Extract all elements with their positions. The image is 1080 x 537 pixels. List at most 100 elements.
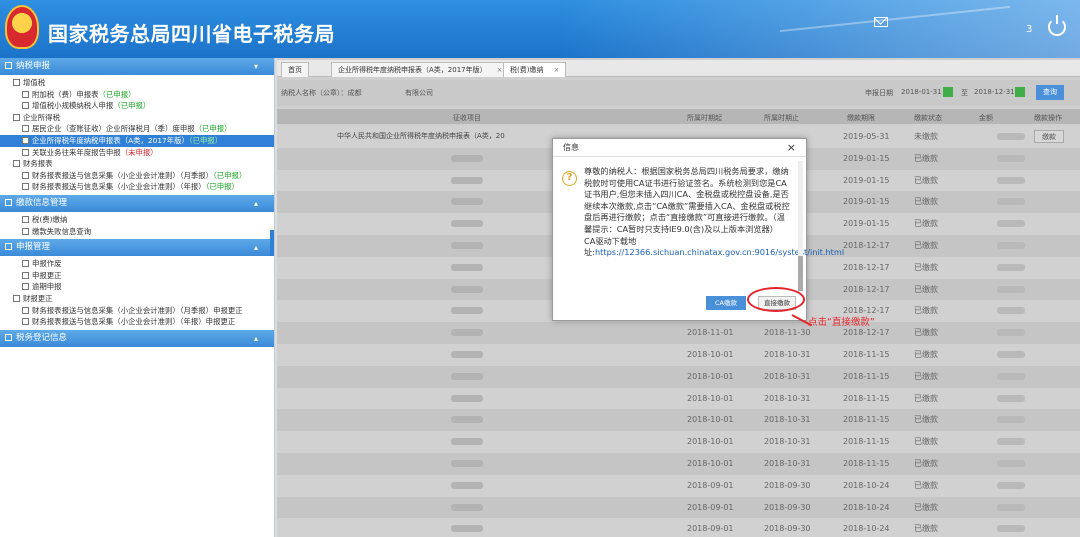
dialog-scrollbar[interactable] [798,161,803,291]
row-status: 已缴款 [914,458,938,468]
col-end: 所属时期止 [764,114,799,122]
sidebar-item[interactable]: 关联业务往来年度报告申报（未申报） [0,147,274,159]
row-deadline: 2018-11-15 [843,415,890,425]
row-end-date: 2018-10-31 [764,437,811,447]
table-row: 2018-10-01 2018-10-31 2018-11-15 已缴款 [277,387,1080,410]
row-status: 已缴款 [914,219,938,229]
redacted-cell [451,220,483,228]
sidebar-item[interactable]: 企业所得税年度纳税申报表（A类，2017年版）（已申报） [0,134,274,147]
sidebar-item[interactable]: 增值税 [0,77,274,89]
close-icon[interactable]: × [787,139,796,157]
sidebar-item[interactable]: 企业所得税 [0,112,274,124]
query-button[interactable]: 查询 [1036,85,1064,100]
sidebar-item-status: （已申报） [188,135,223,145]
sidebar-item-label: 申报作废 [32,259,62,269]
row-start-date: 2018-10-01 [687,437,734,447]
taxpayer-label: 纳税人名称（公章）：成都 [281,89,362,97]
redacted-amount [997,220,1025,228]
row-status: 已缴款 [914,502,938,512]
sidebar-item-label: 申报更正 [32,270,62,280]
sidebar-item[interactable]: 税(费)缴纳 [0,214,274,226]
sidebar-item-label: 居民企业（查账征收）企业所得税月（季）度申报 [32,124,195,134]
pay-button[interactable]: 缴款 [1034,130,1064,143]
sidebar-item[interactable]: 居民企业（查账征收）企业所得税月（季）度申报（已申报） [0,123,274,135]
sidebar-item[interactable]: 财务报表报送与信息采集（小企业会计准则）（年报）（已申报） [0,181,274,193]
sidebar-section-header[interactable]: 缴款信息管理 ▴ [0,194,274,212]
chevron-up-icon[interactable]: ▴ [254,195,258,212]
tab-annual-return[interactable]: 企业所得税年度纳税申报表（A类，2017年版） × [331,62,510,77]
row-start-date: 2018-10-01 [687,371,734,381]
redacted-amount [997,394,1025,402]
row-start-date: 2018-10-01 [687,349,734,359]
redacted-cell [451,416,483,424]
row-status: 已缴款 [914,328,938,338]
row-status: 已缴款 [914,306,938,316]
mail-icon[interactable] [874,17,888,27]
sidebar-item[interactable]: 财务报表报送与信息采集（小企业会计准则）（年报）申报更正 [0,316,274,328]
row-deadline: 2018-10-24 [843,502,890,512]
table-row: 2018-11-01 2018-11-30 2018-12-17 已缴款 [277,322,1080,344]
date-to-input[interactable]: 2018-12-31 [974,88,1015,96]
col-start: 所属时期起 [687,114,722,122]
section-icon [5,62,12,69]
user-badge[interactable]: 3 [1026,24,1032,35]
document-icon [22,227,29,235]
date-from-input[interactable]: 2018-01-31 [901,88,942,96]
sidebar-item-label: 财务报表报送与信息采集（小企业会计准则）（年报）申报更正 [32,317,236,327]
sidebar-section-header[interactable]: 纳税申报 ▾ [0,58,274,75]
folder-icon [13,79,20,86]
tab-home[interactable]: 首页 [281,62,309,77]
document-icon [22,215,29,223]
sidebar-item-status: （已申报） [205,182,239,192]
sidebar-item[interactable]: 财务报表报送与信息采集（小企业会计准则）（月季报）（已申报） [0,170,274,182]
logout-icon[interactable] [1048,15,1066,36]
sidebar-item[interactable]: 申报更正 [0,270,274,282]
section-icon [5,333,12,341]
calendar-icon[interactable] [1015,87,1025,97]
row-end-date: 2018-10-31 [764,458,811,468]
row-deadline: 2018-11-15 [843,437,890,447]
sidebar-item[interactable]: 财务报表 [0,158,274,170]
sidebar-item[interactable]: 逾期申报 [0,281,274,293]
redacted-amount [997,481,1025,489]
row-status: 已缴款 [914,175,938,185]
row-status: 未缴款 [914,132,938,141]
sidebar-section-header[interactable]: 税务登记信息 ▴ [0,329,274,347]
document-icon [22,283,29,291]
redacted-amount [997,416,1025,424]
chevron-up-icon[interactable]: ▴ [254,330,258,347]
calendar-icon[interactable] [943,87,953,97]
ca-payment-button[interactable]: CA缴款 [706,296,746,310]
chevron-down-icon[interactable]: ▾ [254,58,258,75]
date-separator: 至 [961,89,968,97]
sidebar-item[interactable]: 财务报表报送与信息采集（小企业会计准则）（月季报）申报更正 [0,305,274,317]
document-icon [22,90,29,98]
row-status: 已缴款 [914,480,938,490]
redacted-cell [451,438,483,446]
row-start-date: 2018-09-01 [687,502,734,512]
sidebar-item[interactable]: 申报作废 [0,258,274,270]
sidebar-section-header[interactable]: 申报管理 ▴ [0,239,274,257]
chevron-up-icon[interactable]: ▴ [254,239,258,256]
row-deadline: 2019-01-15 [843,175,890,185]
sidebar-item[interactable]: 增值税小规模纳税人申报（已申报） [0,100,274,112]
row-deadline: 2018-11-15 [843,349,890,359]
sidebar-item[interactable]: 财报更正 [0,293,274,305]
sidebar-collapse-handle[interactable] [270,230,274,256]
row-deadline: 2018-11-15 [843,371,890,381]
ca-driver-link[interactable]: https://12366.sichuan.chinatax.gov.cn:90… [595,247,844,257]
close-icon[interactable]: × [553,66,559,74]
sidebar-item[interactable]: 缴款失败信息查询 [0,226,274,238]
close-icon[interactable]: × [497,66,503,74]
row-status: 已缴款 [914,284,938,294]
site-title: 国家税务总局四川省电子税务局 [48,22,335,46]
sidebar-item-label: 逾期申报 [32,282,62,292]
sidebar-tree: 增值税 附加税（费）申报表（已申报） 增值税小规模纳税人申报（已申报） 企业所得税 居民… [0,75,274,195]
table-row: 2018-09-01 2018-09-30 2018-10-24 已缴款 [277,474,1080,497]
sidebar-item[interactable]: 附加税（费）申报表（已申报） [0,89,274,101]
col-operation: 缴款操作 [1034,114,1062,122]
document-icon [22,318,29,326]
tab-tax-payment[interactable]: 税(费)缴纳 × [503,62,567,77]
table-row: 2018-10-01 2018-10-31 2018-11-15 已缴款 [277,452,1080,475]
section-title: 申报管理 [16,242,51,253]
